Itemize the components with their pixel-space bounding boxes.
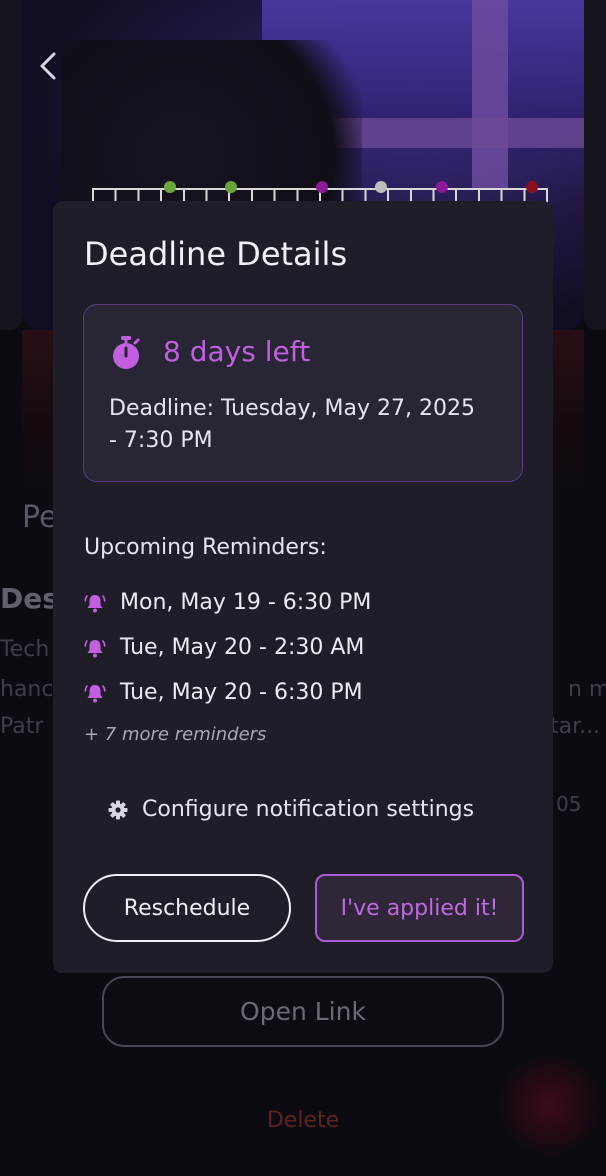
description-text: n my [568,677,606,702]
reminder-label: Tue, May 20 - 2:30 AM [120,635,365,660]
delete-button[interactable]: Delete [0,1108,606,1133]
open-link-button[interactable]: Open Link [102,976,504,1047]
reminder-item: Tue, May 20 - 2:30 AM [84,635,364,660]
description-text: tar... [550,714,601,739]
description-text: Tech [0,637,50,662]
configure-notifications-label: Configure notification settings [142,797,475,822]
countdown-card: 8 days left Deadline: Tuesday, May 27, 2… [83,304,523,482]
modal-title: Deadline Details [84,235,348,273]
back-chevron-icon[interactable] [34,50,64,82]
fret-dot [164,181,176,193]
reminder-item: Mon, May 19 - 6:30 PM [84,590,371,615]
description-text: hanc [0,677,54,702]
deadline-time: - 7:30 PM [109,428,213,453]
fret-dot [375,181,387,193]
floating-action-glow [500,1055,600,1155]
fret-dot [526,181,538,193]
stopwatch-icon [110,335,142,371]
bell-ring-icon [84,682,106,704]
more-reminders-label[interactable]: + 7 more reminders [84,724,266,745]
bell-ring-icon [84,592,106,614]
fret-dot [436,181,448,193]
reminders-heading: Upcoming Reminders: [84,535,327,560]
applied-button[interactable]: I've applied it! [315,874,524,942]
fret-dot [316,181,328,193]
deadline-datetime: Deadline: Tuesday, May 27, 2025 - 7:30 P… [109,393,504,457]
fret-dot [225,181,237,193]
description-heading: Des [0,582,59,615]
reschedule-button[interactable]: Reschedule [83,874,291,942]
date-text: 05 [556,792,582,816]
next-card-peek [584,0,606,330]
deadline-date: Deadline: Tuesday, May 27, 2025 [109,396,475,421]
reminder-label: Mon, May 19 - 6:30 PM [120,590,372,615]
gear-icon [108,800,128,820]
bell-ring-icon [84,637,106,659]
reminder-label: Tue, May 20 - 6:30 PM [120,680,363,705]
days-left-label: 8 days left [163,335,311,368]
deadline-details-modal: Deadline Details 8 days left Deadline: T… [53,201,553,973]
previous-card-peek [0,0,22,330]
reminder-item: Tue, May 20 - 6:30 PM [84,680,363,705]
description-text: Patr [0,714,44,739]
configure-notifications-link[interactable]: Configure notification settings [108,797,474,822]
